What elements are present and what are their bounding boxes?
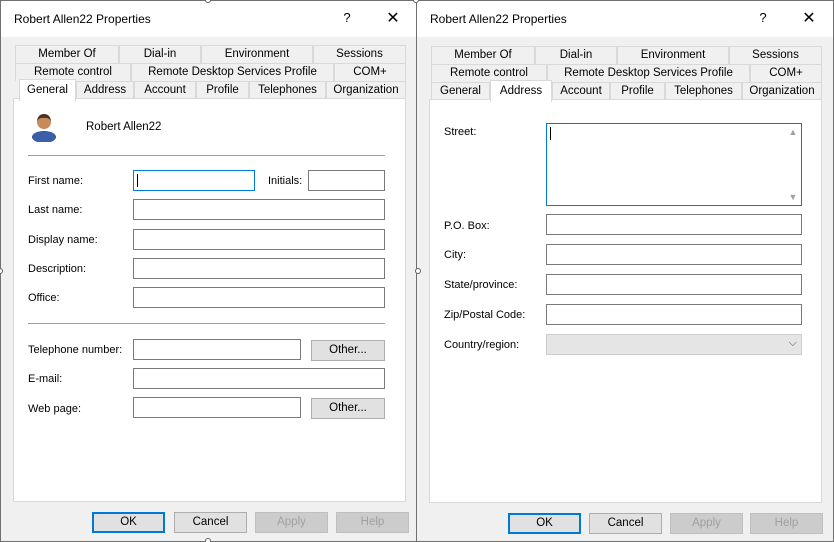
web-page-field[interactable]	[133, 397, 301, 418]
tab-telephones[interactable]: Telephones	[249, 81, 326, 99]
po-box-label: P.O. Box:	[444, 220, 490, 232]
tab-environment[interactable]: Environment	[617, 46, 729, 64]
state-field[interactable]	[546, 274, 802, 295]
display-name-field[interactable]	[133, 229, 385, 250]
close-icon[interactable]: ✕	[797, 8, 821, 30]
tab-address[interactable]: Address	[490, 80, 552, 102]
dialog-title: Robert Allen22 Properties	[14, 12, 151, 26]
last-name-field[interactable]	[133, 199, 385, 220]
tab-rds-profile[interactable]: Remote Desktop Services Profile	[547, 64, 750, 82]
title-bar: Robert Allen22 Properties ? ✕	[1, 1, 417, 37]
dialog-title: Robert Allen22 Properties	[430, 12, 567, 26]
tab-dial-in[interactable]: Dial-in	[119, 45, 201, 63]
office-label: Office:	[28, 292, 60, 304]
email-label: E-mail:	[28, 373, 63, 385]
tab-rds-profile[interactable]: Remote Desktop Services Profile	[131, 63, 334, 81]
tab-account[interactable]: Account	[134, 81, 196, 99]
ok-button[interactable]: OK	[508, 513, 581, 534]
office-field[interactable]	[133, 287, 385, 308]
city-label: City:	[444, 249, 466, 261]
street-label: Street:	[444, 126, 477, 138]
tab-dial-in[interactable]: Dial-in	[535, 46, 617, 64]
help-icon[interactable]: ?	[753, 10, 773, 28]
tab-organization[interactable]: Organization	[326, 81, 406, 99]
web-page-other-button[interactable]: Other...	[311, 398, 385, 419]
tab-com-plus[interactable]: COM+	[750, 64, 822, 82]
user-avatar-icon	[32, 114, 56, 142]
telephone-other-button[interactable]: Other...	[311, 340, 385, 361]
title-bar: Robert Allen22 Properties ? ✕	[417, 1, 833, 37]
cancel-button[interactable]: Cancel	[174, 512, 247, 533]
country-label: Country/region:	[444, 339, 520, 351]
ok-button[interactable]: OK	[92, 512, 165, 533]
help-button[interactable]: Help	[750, 513, 823, 534]
state-label: State/province:	[444, 279, 518, 291]
properties-dialog-general: Robert Allen22 Properties ? ✕ Member Of …	[0, 0, 418, 542]
tab-com-plus[interactable]: COM+	[334, 63, 406, 81]
tab-general[interactable]: General	[19, 79, 76, 101]
apply-button[interactable]: Apply	[670, 513, 743, 534]
tab-row-1: Member Of Dial-in Environment Sessions	[431, 46, 822, 64]
tab-general[interactable]: General	[431, 82, 490, 100]
initials-label: Initials:	[268, 175, 303, 187]
cancel-button[interactable]: Cancel	[589, 513, 662, 534]
zip-field[interactable]	[546, 304, 802, 325]
separator	[28, 155, 385, 156]
help-button[interactable]: Help	[336, 512, 409, 533]
first-name-label: First name:	[28, 175, 84, 187]
chevron-down-icon: ⌵	[788, 337, 797, 349]
first-name-field[interactable]	[133, 170, 255, 191]
close-icon[interactable]: ✕	[381, 8, 405, 30]
tab-telephones[interactable]: Telephones	[665, 82, 742, 100]
street-textarea[interactable]: ▲ ▼	[546, 123, 802, 206]
scroll-down-icon[interactable]: ▼	[787, 191, 799, 203]
telephone-label: Telephone number:	[28, 344, 123, 356]
text-caret	[137, 174, 138, 187]
resize-handle[interactable]	[205, 538, 211, 542]
tab-organization[interactable]: Organization	[742, 82, 822, 100]
tab-environment[interactable]: Environment	[201, 45, 313, 63]
tab-sessions[interactable]: Sessions	[313, 45, 406, 63]
resize-handle[interactable]	[415, 268, 421, 274]
display-name-label: Display name:	[28, 234, 98, 246]
description-field[interactable]	[133, 258, 385, 279]
telephone-field[interactable]	[133, 339, 301, 360]
tab-member-of[interactable]: Member Of	[431, 46, 535, 64]
initials-field[interactable]	[308, 170, 385, 191]
tab-address[interactable]: Address	[76, 81, 134, 99]
address-tab-panel: Street: ▲ ▼ P.O. Box: City: State/provin…	[429, 99, 822, 503]
tab-account[interactable]: Account	[552, 82, 610, 100]
general-tab-panel: Robert Allen22 First name: Initials: Las…	[13, 98, 406, 502]
scroll-up-icon[interactable]: ▲	[787, 126, 799, 138]
apply-button[interactable]: Apply	[255, 512, 328, 533]
tab-profile[interactable]: Profile	[610, 82, 665, 100]
po-box-field[interactable]	[546, 214, 802, 235]
email-field[interactable]	[133, 368, 385, 389]
tab-member-of[interactable]: Member Of	[15, 45, 119, 63]
tab-profile[interactable]: Profile	[196, 81, 249, 99]
user-display-label: Robert Allen22	[86, 121, 162, 133]
tab-row-1: Member Of Dial-in Environment Sessions	[15, 45, 406, 63]
zip-label: Zip/Postal Code:	[444, 309, 526, 321]
last-name-label: Last name:	[28, 204, 83, 216]
city-field[interactable]	[546, 244, 802, 265]
tab-sessions[interactable]: Sessions	[729, 46, 822, 64]
description-label: Description:	[28, 263, 87, 275]
help-icon[interactable]: ?	[337, 10, 357, 28]
tab-row-3: General Address Account Profile Telephon…	[431, 80, 822, 102]
text-caret	[550, 127, 551, 140]
separator	[28, 323, 385, 324]
country-dropdown[interactable]: ⌵	[546, 334, 802, 355]
properties-dialog-address: Robert Allen22 Properties ? ✕ Member Of …	[416, 0, 834, 542]
tab-row-3: General Address Account Profile Telephon…	[15, 79, 406, 101]
web-page-label: Web page:	[28, 403, 82, 415]
